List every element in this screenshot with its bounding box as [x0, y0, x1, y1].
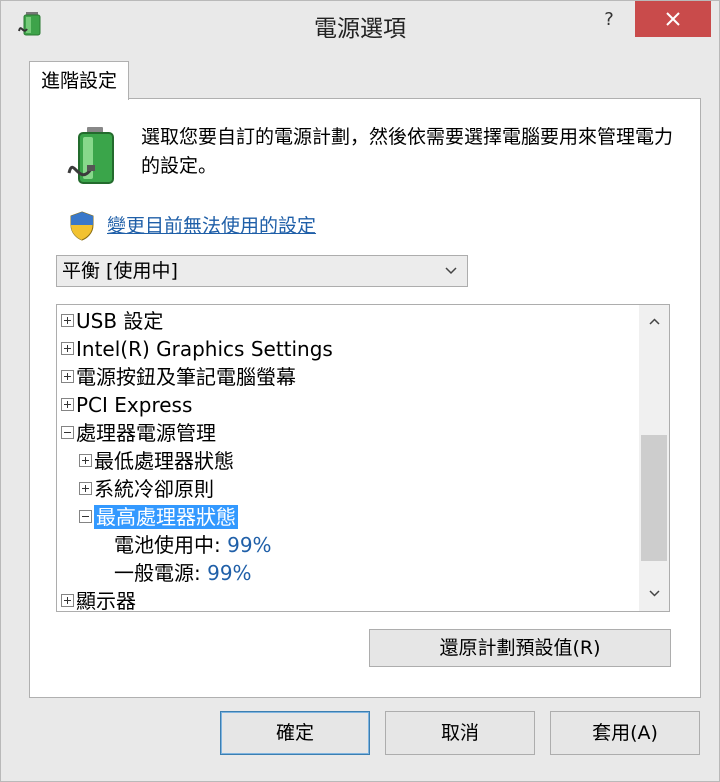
cancel-button[interactable]: 取消 [385, 711, 535, 755]
settings-tree[interactable]: USB 設定 Intel(R) Graphics Settings 電源按鈕及筆… [56, 304, 670, 612]
setting-value-link[interactable]: 99% [207, 561, 251, 585]
tree-node-intel-graphics[interactable]: Intel(R) Graphics Settings [61, 335, 333, 363]
close-button[interactable] [635, 1, 711, 37]
tree-node-label: 處理器電源管理 [76, 421, 216, 445]
tree-node-label: PCI Express [76, 393, 193, 417]
tree-node-label: 最低處理器狀態 [94, 449, 234, 473]
title-bar[interactable]: 電源選項 ? [1, 1, 719, 49]
expand-icon[interactable] [79, 454, 92, 467]
setting-value-link[interactable]: 99% [227, 533, 271, 557]
tree-node-label: 系統冷卻原則 [94, 477, 214, 501]
scroll-up-button[interactable] [639, 305, 669, 339]
expand-icon[interactable] [61, 314, 74, 327]
collapse-icon[interactable] [61, 426, 74, 439]
power-options-dialog: 電源選項 ? 進階設定 選取您要自訂的電源計劃，然後依需要選擇電腦要用來管理電力… [0, 0, 720, 782]
apply-button[interactable]: 套用(A) [550, 711, 700, 755]
tree-node-pci-express[interactable]: PCI Express [61, 391, 192, 419]
tree-node-label-selected: 最高處理器狀態 [94, 505, 238, 529]
tree-node-label: USB 設定 [76, 309, 164, 333]
tree-scrollbar[interactable] [639, 305, 669, 611]
expand-icon[interactable] [61, 594, 74, 607]
tree-node-cooling-policy[interactable]: 系統冷卻原則 [79, 475, 214, 503]
power-plan-selected: 平衡 [使用中] [62, 260, 178, 282]
scroll-down-button[interactable] [639, 577, 669, 611]
expand-icon[interactable] [79, 482, 92, 495]
scroll-thumb[interactable] [641, 435, 667, 561]
chevron-up-icon [649, 318, 660, 325]
description-text: 選取您要自訂的電源計劃，然後依需要選擇電腦要用來管理電力的設定。 [141, 126, 674, 177]
tree-node-usb[interactable]: USB 設定 [61, 307, 163, 335]
tree-node-max-processor-state[interactable]: 最高處理器狀態 [79, 503, 238, 531]
tree-node-min-processor-state[interactable]: 最低處理器狀態 [79, 447, 234, 475]
setting-label: 一般電源: [114, 561, 201, 585]
expand-icon[interactable] [61, 370, 74, 383]
close-icon [666, 12, 680, 26]
help-button[interactable]: ? [595, 5, 623, 35]
collapse-icon[interactable] [79, 510, 92, 523]
tree-node-power-buttons[interactable]: 電源按鈕及筆記電腦螢幕 [61, 363, 296, 391]
chevron-down-icon [445, 267, 457, 275]
restore-defaults-button[interactable]: 還原計劃預設值(R) [369, 629, 671, 667]
ok-button[interactable]: 確定 [220, 711, 370, 755]
expand-icon[interactable] [61, 398, 74, 411]
battery-icon [67, 127, 114, 184]
power-plan-dropdown[interactable]: 平衡 [使用中] [56, 255, 468, 287]
chevron-down-icon [649, 590, 660, 597]
expand-icon[interactable] [61, 342, 74, 355]
tree-node-label: Intel(R) Graphics Settings [76, 337, 333, 361]
tree-node-processor-power[interactable]: 處理器電源管理 [61, 419, 216, 447]
tree-setting-on-battery[interactable]: 電池使用中: 99% [114, 531, 272, 559]
tree-node-display[interactable]: 顯示器 [61, 587, 136, 612]
tab-advanced-settings[interactable]: 進階設定 [29, 61, 129, 100]
change-unavailable-settings-link[interactable]: 變更目前無法使用的設定 [107, 211, 316, 238]
uac-shield-icon [70, 211, 94, 241]
setting-label: 電池使用中: [114, 533, 221, 557]
tree-node-label: 顯示器 [76, 589, 136, 612]
tree-setting-plugged-in[interactable]: 一般電源: 99% [114, 559, 252, 587]
tree-node-label: 電源按鈕及筆記電腦螢幕 [76, 365, 296, 389]
